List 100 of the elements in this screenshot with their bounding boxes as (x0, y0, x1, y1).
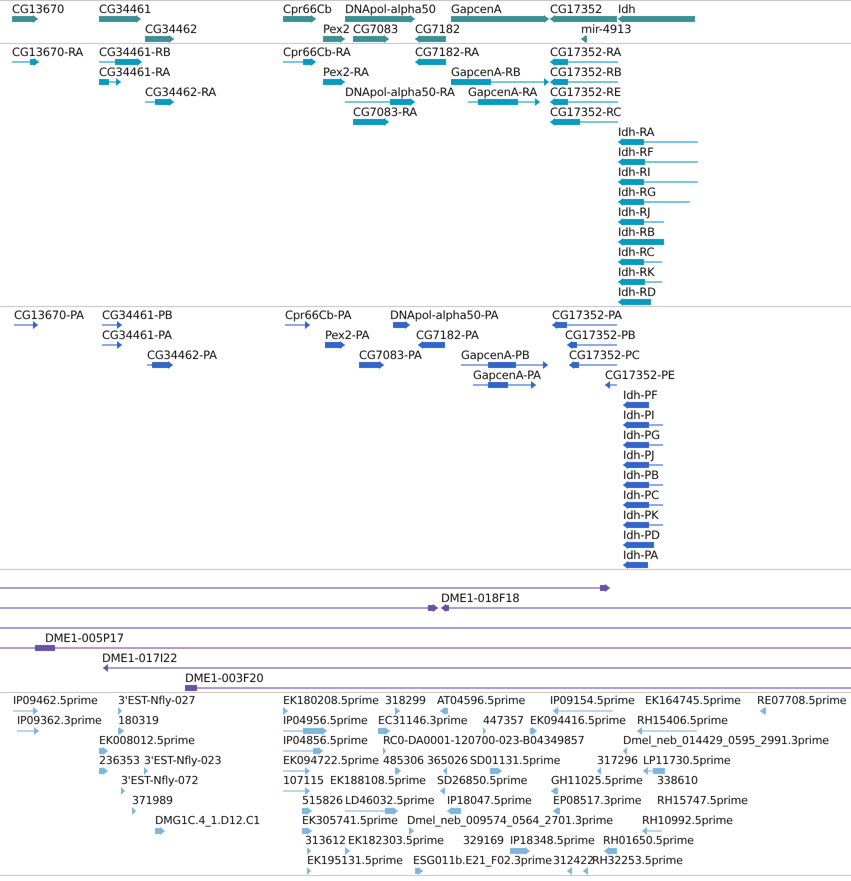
transcript-label: CG17352-RC (550, 106, 622, 118)
est-label: EP08517.3prime (553, 795, 642, 807)
protein-label: CG7182-PA (416, 329, 479, 341)
protein-label: Idh-PG (623, 429, 660, 441)
transcript-label: CG17352-RB (550, 66, 622, 78)
est-label: 318299 (385, 695, 426, 707)
transcript-label: CG34461-RA (99, 66, 170, 78)
est-label: EK094722.5prime (283, 755, 379, 767)
protein-label: CG7083-PA (359, 349, 422, 361)
protein-label: CG34461-PA (102, 329, 172, 341)
transcript-label: GapcenA-RA (468, 86, 538, 98)
protein-label: CG17352-PA (552, 309, 622, 321)
est-label: IP09154.5prime (550, 695, 635, 707)
est-label: 236353 (99, 755, 140, 767)
transcript-label: CG7083-RA (353, 106, 417, 118)
gene-label: mir-4913 (581, 23, 632, 35)
est-label: EK305741.5prime (302, 815, 398, 827)
est-label: RC0-DA0001-120700-023-B04349857 (383, 735, 584, 747)
est-label: SD26850.5prime (437, 775, 528, 787)
protein-label: CG34462-PA (147, 349, 217, 361)
est-label: 180319 (118, 715, 159, 727)
est-label: EK188108.5prime (330, 775, 426, 787)
protein-label: GapcenA-PB (461, 349, 530, 361)
gene-label: CG13670 (12, 3, 64, 15)
clone-label: DME1-017I22 (102, 652, 178, 664)
gene-label: Cpr66Cb (283, 3, 332, 15)
est-label: IP04856.5prime (283, 735, 368, 747)
protein-label: Idh-PB (623, 469, 659, 481)
gene-label: DNApol-alpha50 (345, 3, 436, 15)
transcript-label: GapcenA-RB (451, 66, 521, 78)
est-label: 107115 (283, 775, 324, 787)
est-label: 485306 (383, 755, 424, 767)
est-label: EK164745.5prime (645, 695, 741, 707)
est-label: EK094416.5prime (530, 715, 626, 727)
est-label: 365026 (427, 755, 468, 767)
est-label: LP11730.5prime (643, 755, 730, 767)
transcript-label: DNApol-alpha50-RA (345, 86, 455, 98)
protein-label: Idh-PD (623, 529, 660, 541)
protein-label: Idh-PF (623, 389, 658, 401)
est-label: AT04596.5prime (437, 695, 526, 707)
protein-label: Pex2-PA (325, 329, 370, 341)
clone-label: DME1-005P17 (45, 632, 124, 644)
est-label: 3'EST-Nfly-027 (118, 695, 196, 707)
est-label: SD01131.5prime (470, 755, 560, 767)
est-label: 329169 (463, 835, 504, 847)
transcript-label: Idh-RC (618, 246, 654, 258)
gene-label: CG7182 (415, 23, 460, 35)
transcript-label: Idh-RK (618, 266, 654, 278)
clone-label: DME1-003F20 (185, 672, 264, 684)
est-label: 313612 (305, 835, 346, 847)
protein-label: CG17352-PE (605, 369, 675, 381)
transcript-label: Idh-RG (618, 186, 656, 198)
protein-label: CG17352-PC (569, 349, 640, 361)
est-label: 515826 (302, 795, 343, 807)
est-label: EK195131.5prime (307, 855, 403, 867)
est-label: RH10992.5prime (642, 815, 733, 827)
est-label: 338610 (657, 775, 698, 787)
est-label: EK180208.5prime (283, 695, 379, 707)
transcript-label: CG34461-RB (99, 46, 171, 58)
gene-label: Idh (618, 3, 636, 15)
est-label: 447357 (483, 715, 524, 727)
protein-label: Idh-PK (623, 509, 658, 521)
est-label: Dmel_neb_009574_0564_2701.3prime (407, 815, 613, 827)
est-label: RH01650.5prime (603, 835, 694, 847)
transcript-label: Idh-RB (618, 226, 655, 238)
est-label: DMG1C.4_1.D12.C1 (155, 815, 260, 827)
gene-label: CG17352 (550, 3, 602, 15)
transcript-label: Idh-RF (618, 146, 654, 158)
est-label: RE07708.5prime (757, 695, 846, 707)
est-label: 371989 (132, 795, 173, 807)
transcript-label: CG7182-RA (415, 46, 479, 58)
gene-label: GapcenA (451, 3, 502, 15)
est-label: IP18047.5prime (447, 795, 532, 807)
est-label: EC31146.3prime (378, 715, 468, 727)
est-label: Dmel_neb_014429_0595_2991.3prime (623, 735, 829, 747)
est-label: 317296 (597, 755, 638, 767)
protein-label: GapcenA-PA (473, 369, 541, 381)
protein-label: CG13670-PA (14, 309, 84, 321)
est-label: IP09462.5prime (13, 695, 98, 707)
gene-label: Pex2 (323, 23, 350, 35)
transcript-label: CG13670-RA (12, 46, 84, 58)
est-label: IP09362.3prime (17, 715, 102, 727)
est-label: LD46032.5prime (345, 795, 434, 807)
protein-label: DNApol-alpha50-PA (390, 309, 498, 321)
clone-label: DME1-018F18 (441, 592, 520, 604)
est-label: 3'EST-Nfly-023 (144, 755, 222, 767)
est-label: IP04956.5prime (283, 715, 368, 727)
est-label: 312422 (553, 855, 594, 867)
transcript-label: CG17352-RE (550, 86, 621, 98)
est-label: RH32253.5prime (592, 855, 683, 867)
protein-label: CG34461-PB (102, 309, 172, 321)
protein-label: Cpr66Cb-PA (285, 309, 352, 321)
est-label: GH11025.5prime (551, 775, 643, 787)
est-label: RH15747.5prime (657, 795, 748, 807)
est-label: EK182303.5prime (348, 835, 444, 847)
transcript-label: CG17352-RA (550, 46, 622, 58)
transcript-label: Idh-RI (618, 166, 650, 178)
gene-label: CG34461 (99, 3, 152, 15)
protein-label: Idh-PJ (623, 449, 654, 461)
est-label: IP18348.5prime (510, 835, 595, 847)
